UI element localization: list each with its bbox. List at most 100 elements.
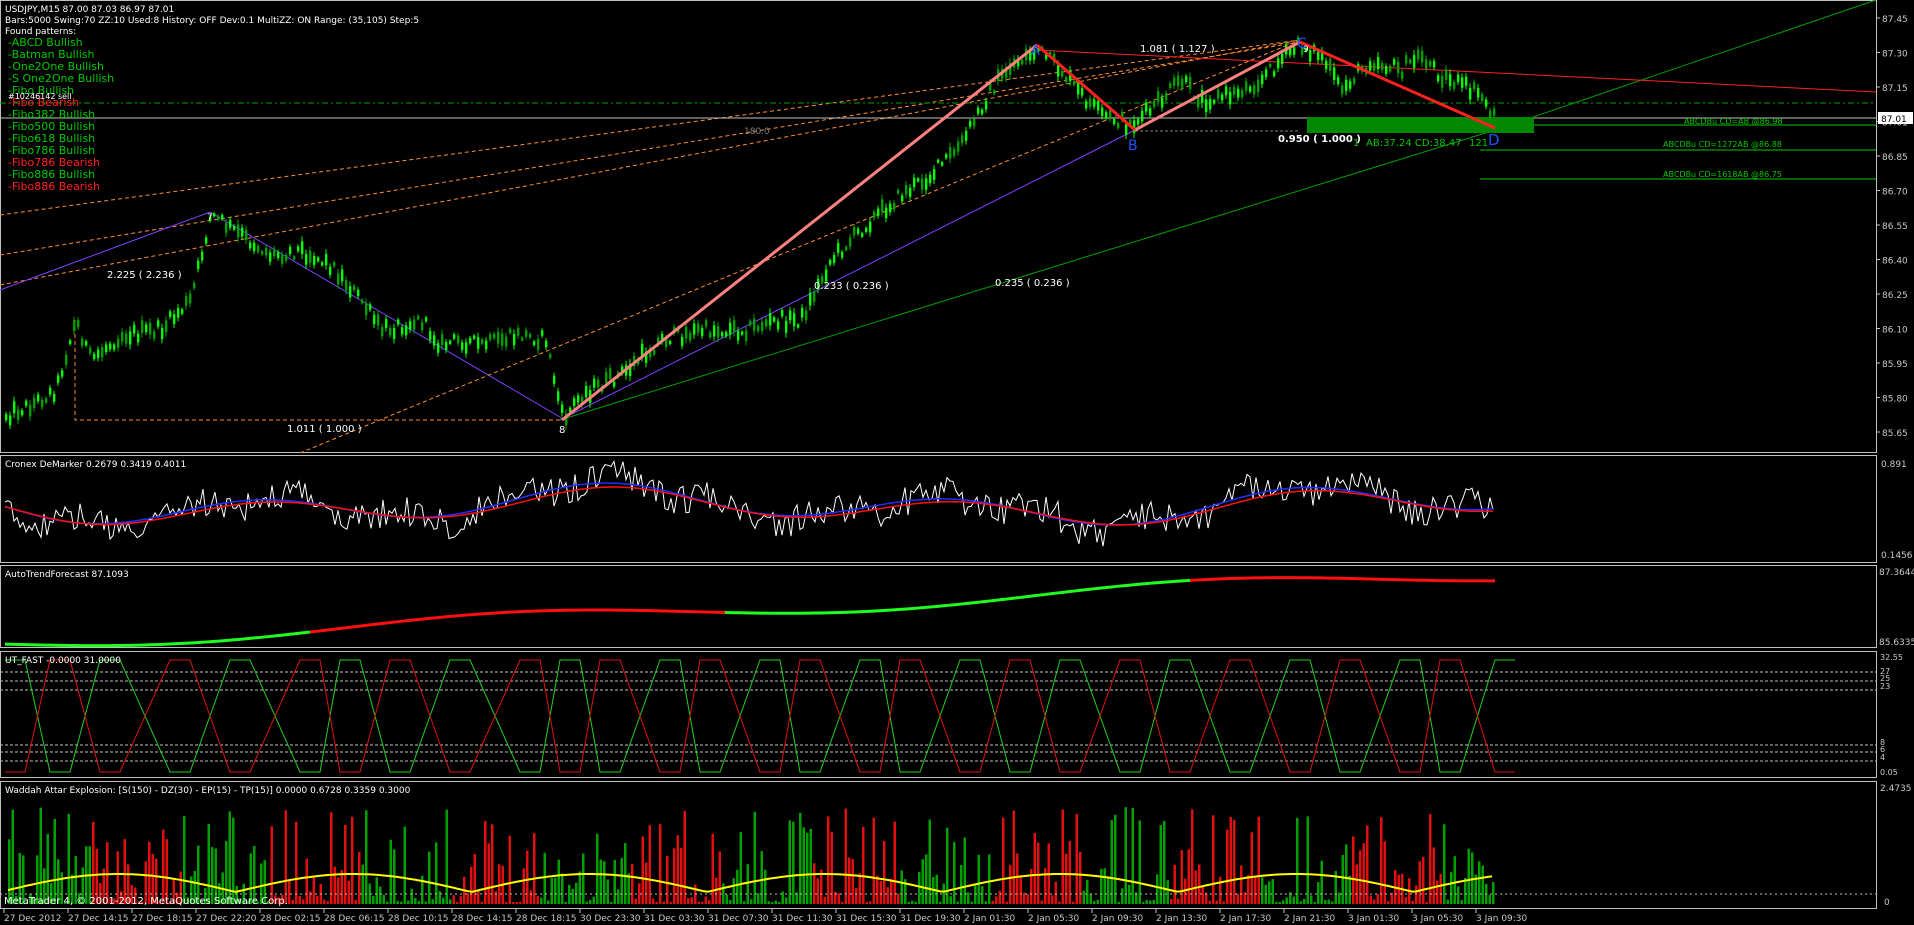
candle-body (913, 177, 916, 188)
waddah-bar (487, 843, 490, 904)
waddah-bar (1460, 900, 1463, 904)
candle-body (121, 332, 124, 342)
waddah-bar (606, 879, 609, 904)
waddah-bar (291, 899, 294, 904)
utfast-scale-label: 4 (1880, 753, 1885, 762)
waddah-bar (942, 883, 945, 904)
price-label: 87.30 (1882, 50, 1908, 60)
waddah-bar (1082, 890, 1085, 904)
candle-body (1269, 63, 1272, 68)
waddah-bar (39, 807, 42, 904)
candle-body (437, 343, 440, 353)
candle-body (189, 293, 192, 304)
waddah-bar (690, 897, 693, 904)
waddah-bar (645, 862, 648, 904)
candle-body (497, 331, 500, 344)
waddah-bar (830, 831, 833, 904)
waddah-bar (946, 827, 949, 904)
candle-body (309, 250, 312, 263)
waddah-bar (1124, 807, 1127, 904)
time-label: 28 Dec 14:15 (452, 914, 513, 924)
waddah-bar (1380, 817, 1383, 904)
candle-body (489, 333, 492, 340)
waddah-bar (106, 842, 109, 904)
candle-body (553, 375, 556, 384)
autotrend-segment (269, 634, 276, 638)
candle-body (869, 221, 872, 233)
candle-body (161, 328, 164, 340)
candle-body (233, 225, 236, 230)
waddah-bar (666, 856, 669, 904)
ab-cd-lengths: AB:37.24 CD:38.47 (1366, 138, 1462, 149)
candle-body (393, 328, 396, 340)
waddah-bar (1222, 901, 1225, 904)
time-label: 2 Jan 13:30 (1156, 914, 1208, 924)
waddah-bar (442, 897, 445, 904)
waddah-bar (512, 901, 515, 904)
candle-body (877, 208, 880, 216)
candle-body (1257, 79, 1260, 93)
candle-body (529, 333, 532, 338)
waddah-bar (424, 901, 427, 904)
price-label: 87.45 (1882, 15, 1908, 25)
candle-body (1385, 66, 1388, 74)
candle-body (1197, 97, 1200, 108)
candle-body (253, 242, 256, 251)
candle-body (921, 178, 924, 190)
ratio-bottom: 1.011 ( 1.000 ) (287, 424, 362, 435)
waddah-bar (1005, 901, 1008, 904)
autotrend-segment (1014, 595, 1021, 600)
candle-body (425, 317, 428, 322)
utfast-scale: 32.552725238640.05 (1880, 653, 1903, 777)
candle-body (1421, 50, 1424, 63)
waddah-bar (876, 875, 879, 904)
candle-body (1165, 93, 1168, 101)
price-label: 85.95 (1882, 360, 1908, 370)
candle-body (169, 311, 172, 317)
candle-body (261, 251, 264, 255)
waddah-bar (1285, 897, 1288, 904)
waddah-bar (897, 893, 900, 904)
waddah-bar (316, 895, 319, 904)
waddah-bar (543, 852, 546, 904)
waddah-bar (1103, 868, 1106, 904)
autotrend-segment (409, 618, 416, 622)
candle-body (349, 286, 352, 298)
waddah-bar (1131, 807, 1134, 904)
candle-body (705, 320, 708, 327)
utfast-red (5, 659, 1515, 773)
candle-body (925, 178, 928, 190)
waddah-bar (1383, 841, 1386, 904)
candle-body (1133, 120, 1136, 133)
waddah-bar (1166, 880, 1169, 904)
candle-body (757, 326, 760, 332)
candle-body (933, 169, 936, 180)
trading-chart[interactable]: USDJPY,M15 87.00 87.03 86.97 87.01 Bars:… (0, 0, 1914, 925)
candle-body (1169, 83, 1172, 88)
candle-body (981, 109, 984, 115)
candle-body (69, 340, 72, 345)
waddah-bar (739, 832, 742, 904)
waddah-bar (1478, 861, 1481, 904)
candle-body (277, 252, 280, 259)
autotrend-segment (1009, 596, 1016, 601)
candle-body (1097, 100, 1100, 111)
autotrend-segment (289, 632, 296, 636)
candle-body (125, 333, 128, 344)
waddah-bar (1156, 874, 1159, 904)
waddah-bar (977, 854, 980, 904)
candle-body (173, 314, 176, 324)
candle-body (837, 243, 840, 253)
candle-body (449, 340, 452, 344)
waddah-bar (673, 848, 676, 904)
candle-body (1141, 110, 1144, 122)
waddah-bar (1362, 843, 1365, 904)
waddah-bar (603, 861, 606, 904)
candle-body (501, 333, 504, 346)
candle-body (685, 326, 688, 339)
candle-body (809, 292, 812, 306)
waddah-bar (445, 809, 448, 904)
waddah-bar (519, 901, 522, 904)
waddah-bar (967, 892, 970, 904)
waddah-bar (1306, 816, 1309, 904)
